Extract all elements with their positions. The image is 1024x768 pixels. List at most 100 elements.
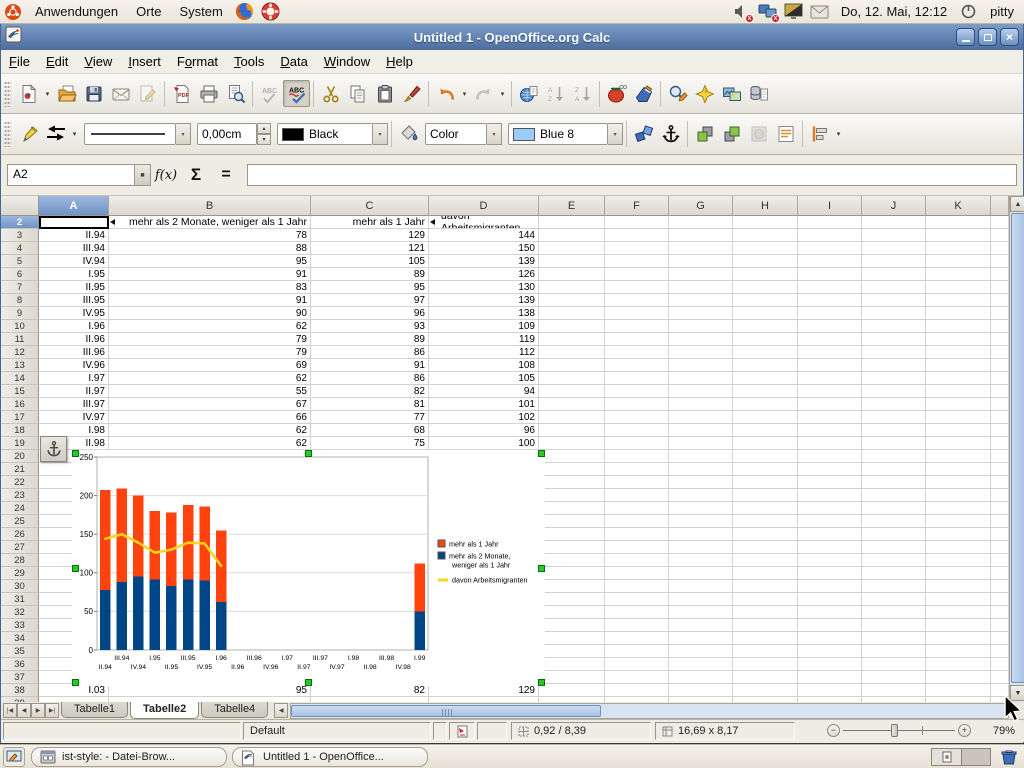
- line-color-combo[interactable]: Black: [277, 123, 373, 145]
- email-document-icon[interactable]: [107, 80, 134, 107]
- cell-C16[interactable]: 81: [311, 398, 429, 411]
- row-header-18[interactable]: 18: [1, 424, 39, 437]
- menu-insert[interactable]: Insert: [120, 51, 169, 72]
- selection-handle[interactable]: [538, 450, 545, 457]
- cell-I11[interactable]: [798, 333, 862, 346]
- cell-J4[interactable]: [862, 242, 926, 255]
- column-header-G[interactable]: G: [669, 196, 733, 216]
- cell-G27[interactable]: [669, 541, 733, 554]
- cell-F29[interactable]: [605, 567, 669, 580]
- cell-partial-26[interactable]: [991, 528, 1009, 541]
- cell-H3[interactable]: [733, 229, 798, 242]
- cell-F25[interactable]: [605, 515, 669, 528]
- cell-K36[interactable]: [926, 658, 991, 671]
- cell-partial-22[interactable]: [991, 476, 1009, 489]
- cell-I23[interactable]: [798, 489, 862, 502]
- cell-E38[interactable]: [539, 684, 605, 697]
- cell-C6[interactable]: 89: [311, 268, 429, 281]
- cell-F23[interactable]: [605, 489, 669, 502]
- cell-E36[interactable]: [539, 658, 605, 671]
- cell-I36[interactable]: [798, 658, 862, 671]
- cell-J31[interactable]: [862, 593, 926, 606]
- cell-I27[interactable]: [798, 541, 862, 554]
- cell-I3[interactable]: [798, 229, 862, 242]
- cell-A9[interactable]: IV.95: [39, 307, 109, 320]
- cell-E4[interactable]: [539, 242, 605, 255]
- cell-K27[interactable]: [926, 541, 991, 554]
- insert-chart-icon[interactable]: [603, 80, 630, 107]
- row-header-36[interactable]: 36: [1, 658, 39, 671]
- cell-F18[interactable]: [605, 424, 669, 437]
- cell-H4[interactable]: [733, 242, 798, 255]
- column-header-C[interactable]: C: [311, 196, 429, 216]
- cell-I2[interactable]: [798, 216, 862, 229]
- titlebar[interactable]: Untitled 1 - OpenOffice.org Calc ×: [1, 24, 1023, 50]
- cell-I19[interactable]: [798, 437, 862, 450]
- cell-K15[interactable]: [926, 385, 991, 398]
- cell-E26[interactable]: [539, 528, 605, 541]
- cell-J28[interactable]: [862, 554, 926, 567]
- cell-J23[interactable]: [862, 489, 926, 502]
- cell-A5[interactable]: IV.94: [39, 255, 109, 268]
- volume-muted-icon[interactable]: x: [732, 2, 752, 22]
- sheet-tab-tabelle4[interactable]: Tabelle4: [201, 702, 268, 718]
- zoom-percent-field[interactable]: 79%: [977, 722, 1021, 740]
- cell-D8[interactable]: 139: [429, 294, 539, 307]
- cell-H11[interactable]: [733, 333, 798, 346]
- sort-descending-icon[interactable]: ZA: [569, 80, 596, 107]
- cell-C17[interactable]: 77: [311, 411, 429, 424]
- cell-G15[interactable]: [669, 385, 733, 398]
- cell-J3[interactable]: [862, 229, 926, 242]
- cell-D13[interactable]: 108: [429, 359, 539, 372]
- function-wizard-icon[interactable]: f(x): [151, 163, 181, 187]
- cell-F11[interactable]: [605, 333, 669, 346]
- cell-G17[interactable]: [669, 411, 733, 424]
- cell-partial-31[interactable]: [991, 593, 1009, 606]
- cell-J2[interactable]: [862, 216, 926, 229]
- row-header-2[interactable]: 2: [1, 216, 39, 229]
- maximize-button[interactable]: [978, 28, 997, 46]
- row-header-35[interactable]: 35: [1, 645, 39, 658]
- last-sheet-icon[interactable]: ▶|: [45, 703, 59, 718]
- cell-H28[interactable]: [733, 554, 798, 567]
- cell-F15[interactable]: [605, 385, 669, 398]
- cell-J33[interactable]: [862, 619, 926, 632]
- cell-D17[interactable]: 102: [429, 411, 539, 424]
- cell-J26[interactable]: [862, 528, 926, 541]
- cell-E11[interactable]: [539, 333, 605, 346]
- cell-E30[interactable]: [539, 580, 605, 593]
- menu-window[interactable]: Window: [316, 51, 378, 72]
- cell-partial-10[interactable]: [991, 320, 1009, 333]
- cell-C14[interactable]: 86: [311, 372, 429, 385]
- menu-edit[interactable]: Edit: [38, 51, 76, 72]
- cell-J36[interactable]: [862, 658, 926, 671]
- scroll-down-icon[interactable]: ▼: [1010, 685, 1024, 701]
- cell-K24[interactable]: [926, 502, 991, 515]
- cell-E12[interactable]: [539, 346, 605, 359]
- cell-A17[interactable]: IV.97: [39, 411, 109, 424]
- cell-K25[interactable]: [926, 515, 991, 528]
- cell-partial-3[interactable]: [991, 229, 1009, 242]
- row-header-20[interactable]: 20: [1, 450, 39, 463]
- mail-icon[interactable]: [810, 2, 830, 22]
- cell-E37[interactable]: [539, 671, 605, 684]
- undo-icon[interactable]: [432, 80, 459, 107]
- cell-B18[interactable]: 62: [109, 424, 311, 437]
- cell-G14[interactable]: [669, 372, 733, 385]
- cell-D15[interactable]: 94: [429, 385, 539, 398]
- cell-C2[interactable]: mehr als 1 Jahr: [311, 216, 429, 229]
- cell-K18[interactable]: [926, 424, 991, 437]
- cell-F5[interactable]: [605, 255, 669, 268]
- cell-F13[interactable]: [605, 359, 669, 372]
- row-header-37[interactable]: 37: [1, 671, 39, 684]
- row-header-7[interactable]: 7: [1, 281, 39, 294]
- selection-handle[interactable]: [72, 565, 79, 572]
- hyperlink-icon[interactable]: [515, 80, 542, 107]
- cell-I10[interactable]: [798, 320, 862, 333]
- cell-F26[interactable]: [605, 528, 669, 541]
- cell-J9[interactable]: [862, 307, 926, 320]
- cell-partial-27[interactable]: [991, 541, 1009, 554]
- cell-H25[interactable]: [733, 515, 798, 528]
- cell-J34[interactable]: [862, 632, 926, 645]
- cell-G3[interactable]: [669, 229, 733, 242]
